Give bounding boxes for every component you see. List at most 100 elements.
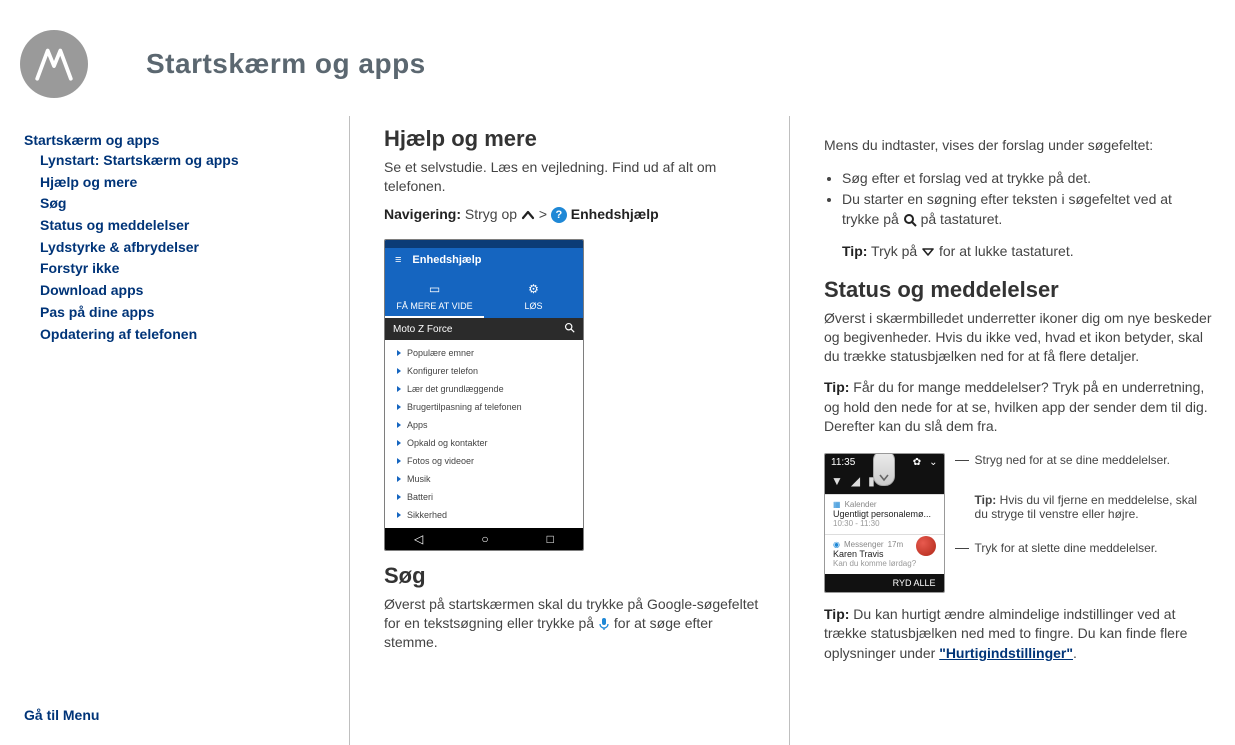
phone-topic-list: Populære emner Konfigurer telefon Lær de… xyxy=(385,340,583,528)
bullet-2: Du starter en søgning efter teksten i sø… xyxy=(842,190,1213,229)
nav-item-lynstart[interactable]: Lynstart: Startskærm og apps xyxy=(40,152,239,168)
chevron-up-icon xyxy=(521,209,535,221)
phone-list-item: Apps xyxy=(385,416,583,434)
bullet-2-text: Du starter en søgning efter teksten i sø… xyxy=(842,191,1172,227)
back-icon: ◁ xyxy=(414,533,423,545)
annotation-2-tip-label: Tip: xyxy=(975,493,997,507)
annotation-2-body: Hvis du vil fjerne en meddelelse, skal d… xyxy=(975,493,1198,521)
annotation-1-text: Stryg ned for at se dine meddelelser. xyxy=(975,453,1170,467)
phone-list-item: Batteri xyxy=(385,488,583,506)
notif-time: 11:35 xyxy=(831,457,855,468)
hamburger-icon: ≡ xyxy=(395,254,400,266)
phone-list-item: Lær det grundlæggende xyxy=(385,380,583,398)
signal-icon: ◢ xyxy=(851,474,860,488)
aside-column: Mens du indtaster, vises der forslag und… xyxy=(790,116,1219,745)
tip2-text: Får du for mange meddelelser? Tryk på en… xyxy=(824,379,1208,434)
phone-list-item: Fotos og videoer xyxy=(385,452,583,470)
annotation-list: Stryg ned for at se dine meddelelser. Ti… xyxy=(955,453,1213,555)
phone-appbar: ≡ Enhedshjælp xyxy=(385,248,583,272)
tip2-label: Tip: xyxy=(824,379,849,395)
notif-msg-body: Kan du komme lørdag? xyxy=(833,559,936,568)
nav-item-lydstyrke[interactable]: Lydstyrke & afbrydelser xyxy=(40,239,199,255)
notif-msg-age: 17m xyxy=(888,540,904,549)
notification-panel-mockup: 11:35 ✿ ⌄ ▼ ◢ ▮ ▦Kalender Ugentligt pers… xyxy=(824,453,945,593)
quick-settings-link[interactable]: "Hurtigindstillinger" xyxy=(939,645,1073,661)
notif-clear-all: RYD ALLE xyxy=(825,574,944,592)
motorola-logo-icon xyxy=(33,43,75,85)
messenger-icon: ◉ xyxy=(833,540,840,549)
tip-quick-settings: Tip: Du kan hurtigt ændre almindelige in… xyxy=(824,605,1213,664)
notif-card-calendar: ▦Kalender Ugentligt personalemø... 10:30… xyxy=(825,494,944,534)
phone-search-text: Moto Z Force xyxy=(393,324,452,335)
book-icon: ▭ xyxy=(387,277,482,301)
tip1-label: Tip: xyxy=(842,243,867,259)
columns: Startskærm og apps Lynstart: Startskærm … xyxy=(20,116,1219,745)
hjaelp-intro: Se et selvstudie. Læs en vejledning. Fin… xyxy=(384,158,763,196)
nav-item-opdatering[interactable]: Opdatering af telefonen xyxy=(40,326,197,342)
nav-item-soeg[interactable]: Søg xyxy=(40,195,66,211)
search-intro: Mens du indtaster, vises der forslag und… xyxy=(824,136,1213,155)
phone-search-bar: Moto Z Force xyxy=(385,318,583,340)
tip-close-keyboard: Tip: Tryk på for at lukke tastaturet. xyxy=(842,242,1213,262)
nav-item-hjaelp[interactable]: Hjælp og mere xyxy=(40,174,137,190)
notif-cal-app: Kalender xyxy=(845,500,877,509)
nav-label: Navigering: xyxy=(384,206,461,222)
tip3-label: Tip: xyxy=(824,606,849,622)
wrench-icon: ⚙ xyxy=(486,277,581,301)
calendar-icon: ▦ xyxy=(833,500,841,509)
sidebar: Startskærm og apps Lynstart: Startskærm … xyxy=(20,116,350,745)
phone-list-item: Sikkerhed xyxy=(385,506,583,524)
phone-list-item: Musik xyxy=(385,470,583,488)
bullet-2-tail: på tastaturet. xyxy=(921,211,1003,227)
nav-text-a: Stryg op xyxy=(465,206,517,222)
tip3-period: . xyxy=(1073,645,1077,661)
tip1-text-b: for at lukke tastaturet. xyxy=(939,243,1074,259)
notif-card-messenger: ◉ Messenger 17m Karen Travis Kan du komm… xyxy=(825,534,944,574)
section-title-hjaelp: Hjælp og mere xyxy=(384,126,763,152)
tip1-text-a: Tryk på xyxy=(871,243,917,259)
section-title-soeg: Søg xyxy=(384,563,763,589)
phone-tab-fix: ⚙ LØS xyxy=(484,272,583,318)
phone-list-item: Konfigurer telefon xyxy=(385,362,583,380)
phone-tabs: ▭ FÅ MERE AT VIDE ⚙ LØS xyxy=(385,272,583,318)
annotation-3-text: Tryk for at slette dine meddelelser. xyxy=(975,541,1158,555)
phone-list-item: Populære emner xyxy=(385,344,583,362)
phone-tab-learn: ▭ FÅ MERE AT VIDE xyxy=(385,272,484,318)
section-title-status: Status og meddelelser xyxy=(824,277,1213,303)
search-bullets: Søg efter et forslag ved at trykke på de… xyxy=(842,167,1213,232)
annotation-2-text: Tip: Hvis du vil fjerne en meddelelse, s… xyxy=(975,493,1213,521)
tip-too-many: Tip: Får du for mange meddelelser? Tryk … xyxy=(824,378,1213,437)
chevron-down-icon: ⌄ xyxy=(929,457,937,468)
recent-icon: □ xyxy=(547,533,554,545)
notif-msg-app: Messenger xyxy=(844,540,884,549)
soeg-body: Øverst på startskærmen skal du trykke på… xyxy=(384,595,763,652)
gear-icon: ✿ xyxy=(913,457,921,468)
home-icon: ○ xyxy=(481,533,488,545)
phone-tab-fix-label: LØS xyxy=(524,301,542,311)
phone-appbar-title: Enhedshjælp xyxy=(412,254,481,266)
nav-item-status[interactable]: Status og meddelelser xyxy=(40,217,189,233)
nav-list: Lynstart: Startskærm og apps Hjælp og me… xyxy=(24,150,327,345)
phone-navbar: ◁ ○ □ xyxy=(385,528,583,550)
header: Startskærm og apps xyxy=(20,30,1219,98)
nav-item-download[interactable]: Download apps xyxy=(40,282,143,298)
annotation-1: Stryg ned for at se dine meddelelser. xyxy=(955,453,1213,467)
phone-status-bar xyxy=(385,240,583,248)
leader-line xyxy=(955,548,969,549)
menu-link[interactable]: Gå til Menu xyxy=(24,707,327,723)
nav-item-pas-paa[interactable]: Pas på dine apps xyxy=(40,304,154,320)
annotation-3: Tryk for at slette dine meddelelser. xyxy=(955,541,1213,555)
magnifier-icon xyxy=(903,213,917,227)
chevron-down-outline-icon xyxy=(921,246,935,258)
status-p1: Øverst i skærmbilledet underretter ikone… xyxy=(824,309,1213,366)
nav-item-forstyr[interactable]: Forstyr ikke xyxy=(40,260,119,276)
pull-down-icon xyxy=(873,453,895,486)
mic-icon xyxy=(598,617,610,631)
notif-cal-time: 10:30 - 11:30 xyxy=(833,519,936,528)
navigation-path: Navigering: Stryg op > ? Enhedshjælp xyxy=(384,206,763,223)
annotation-2: Tip: Hvis du vil fjerne en meddelelse, s… xyxy=(955,493,1213,521)
page-title: Startskærm og apps xyxy=(146,48,426,80)
phone-tab-learn-label: FÅ MERE AT VIDE xyxy=(396,301,472,311)
nav-text-c: Enhedshjælp xyxy=(571,206,659,222)
motorola-logo xyxy=(20,30,88,98)
